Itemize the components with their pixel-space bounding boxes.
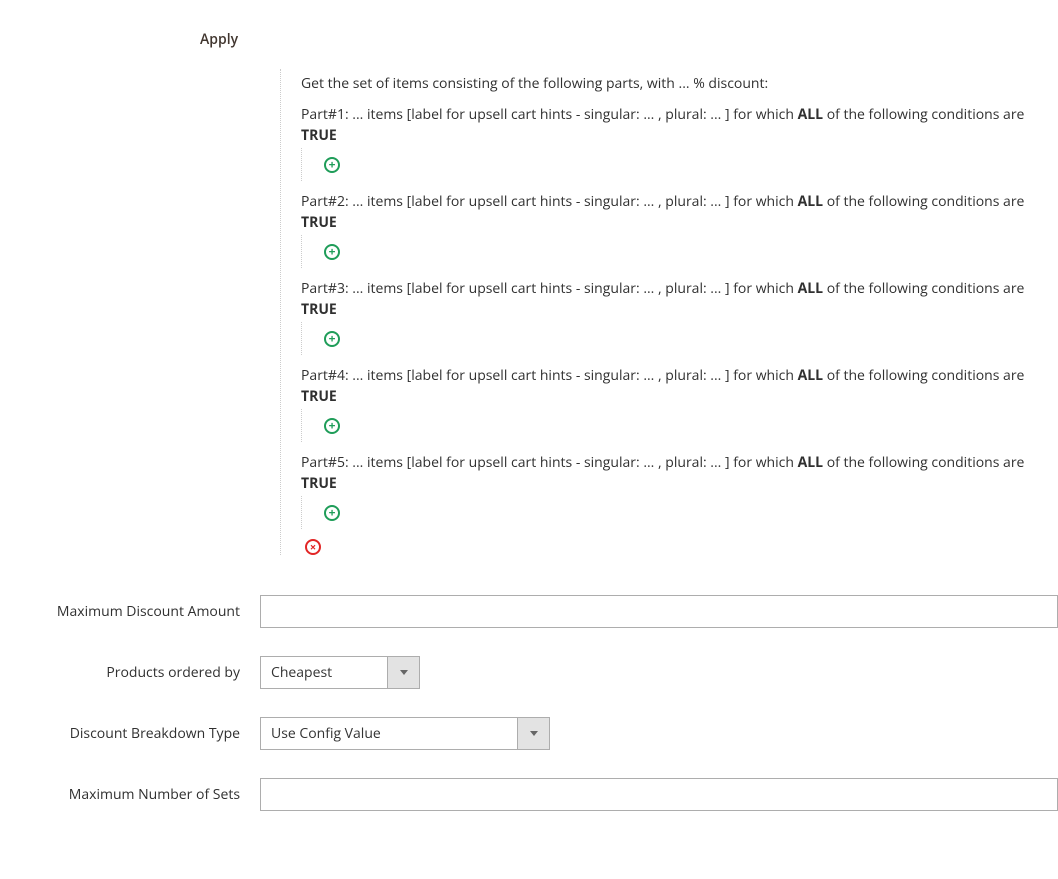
part-label: Part#1:: [301, 105, 352, 124]
max-discount-input[interactable]: [260, 595, 1058, 628]
part-label: Part#4:: [301, 366, 352, 385]
part-row: Part#4: ... items [label for upsell cart…: [301, 365, 1038, 442]
value-link[interactable]: TRUE: [301, 474, 337, 493]
plural-label-link[interactable]: ...: [710, 279, 721, 298]
max-sets-label: Maximum Number of Sets: [0, 785, 260, 804]
ordered-by-row: Products ordered by: [0, 656, 1058, 689]
max-sets-input[interactable]: [260, 778, 1058, 811]
singular-label-link[interactable]: ...: [643, 105, 654, 124]
sub-conditions: +: [301, 235, 1038, 268]
part-label: Part#3:: [301, 279, 352, 298]
singular-label-link[interactable]: ...: [643, 453, 654, 472]
plural-label-link[interactable]: ...: [710, 366, 721, 385]
breakdown-row: Discount Breakdown Type: [0, 717, 1058, 750]
section-title: Apply: [200, 30, 1058, 49]
value-link[interactable]: TRUE: [301, 300, 337, 319]
part-label: Part#2:: [301, 192, 352, 211]
apply-section: Apply Get the set of items consisting of…: [0, 30, 1058, 811]
items-count-link[interactable]: ...: [352, 366, 363, 385]
breakdown-select[interactable]: [260, 717, 550, 750]
sub-conditions: +: [301, 409, 1038, 442]
plus-icon[interactable]: +: [324, 157, 340, 173]
conditions-intro: Get the set of items consisting of the f…: [301, 73, 1038, 94]
ordered-by-label: Products ordered by: [0, 663, 260, 682]
max-sets-row: Maximum Number of Sets: [0, 778, 1058, 811]
sub-conditions: +: [301, 322, 1038, 355]
plus-icon[interactable]: +: [324, 244, 340, 260]
items-count-link[interactable]: ...: [352, 279, 363, 298]
breakdown-label: Discount Breakdown Type: [0, 724, 260, 743]
aggregator-link[interactable]: ALL: [798, 192, 823, 211]
discount-percent-link[interactable]: ...: [679, 74, 690, 93]
aggregator-link[interactable]: ALL: [798, 453, 823, 472]
value-link[interactable]: TRUE: [301, 387, 337, 406]
value-link[interactable]: TRUE: [301, 213, 337, 232]
singular-label-link[interactable]: ...: [643, 279, 654, 298]
plural-label-link[interactable]: ...: [710, 192, 721, 211]
plus-icon[interactable]: +: [324, 418, 340, 434]
remove-row: ×: [301, 529, 1038, 555]
plural-label-link[interactable]: ...: [710, 105, 721, 124]
singular-label-link[interactable]: ...: [643, 366, 654, 385]
aggregator-link[interactable]: ALL: [798, 366, 823, 385]
aggregator-link[interactable]: ALL: [798, 105, 823, 124]
conditions-tree: Get the set of items consisting of the f…: [280, 69, 1038, 555]
intro-suffix: % discount:: [690, 74, 769, 93]
items-count-link[interactable]: ...: [352, 105, 363, 124]
plus-icon[interactable]: +: [324, 331, 340, 347]
ordered-by-select[interactable]: [260, 656, 420, 689]
value-link[interactable]: TRUE: [301, 126, 337, 145]
aggregator-link[interactable]: ALL: [798, 279, 823, 298]
remove-icon[interactable]: ×: [305, 539, 321, 555]
part-label: Part#5:: [301, 453, 352, 472]
items-count-link[interactable]: ...: [352, 453, 363, 472]
sub-conditions: +: [301, 148, 1038, 181]
part-row: Part#3: ... items [label for upsell cart…: [301, 278, 1038, 355]
part-row: Part#5: ... items [label for upsell cart…: [301, 452, 1038, 529]
intro-prefix: Get the set of items consisting of the f…: [301, 74, 679, 93]
max-discount-label: Maximum Discount Amount: [0, 602, 260, 621]
part-row: Part#2: ... items [label for upsell cart…: [301, 191, 1038, 268]
max-discount-row: Maximum Discount Amount: [0, 595, 1058, 628]
singular-label-link[interactable]: ...: [643, 192, 654, 211]
plus-icon[interactable]: +: [324, 505, 340, 521]
part-row: Part#1: ... items [label for upsell cart…: [301, 104, 1038, 181]
items-count-link[interactable]: ...: [352, 192, 363, 211]
plural-label-link[interactable]: ...: [710, 453, 721, 472]
sub-conditions: +: [301, 496, 1038, 529]
